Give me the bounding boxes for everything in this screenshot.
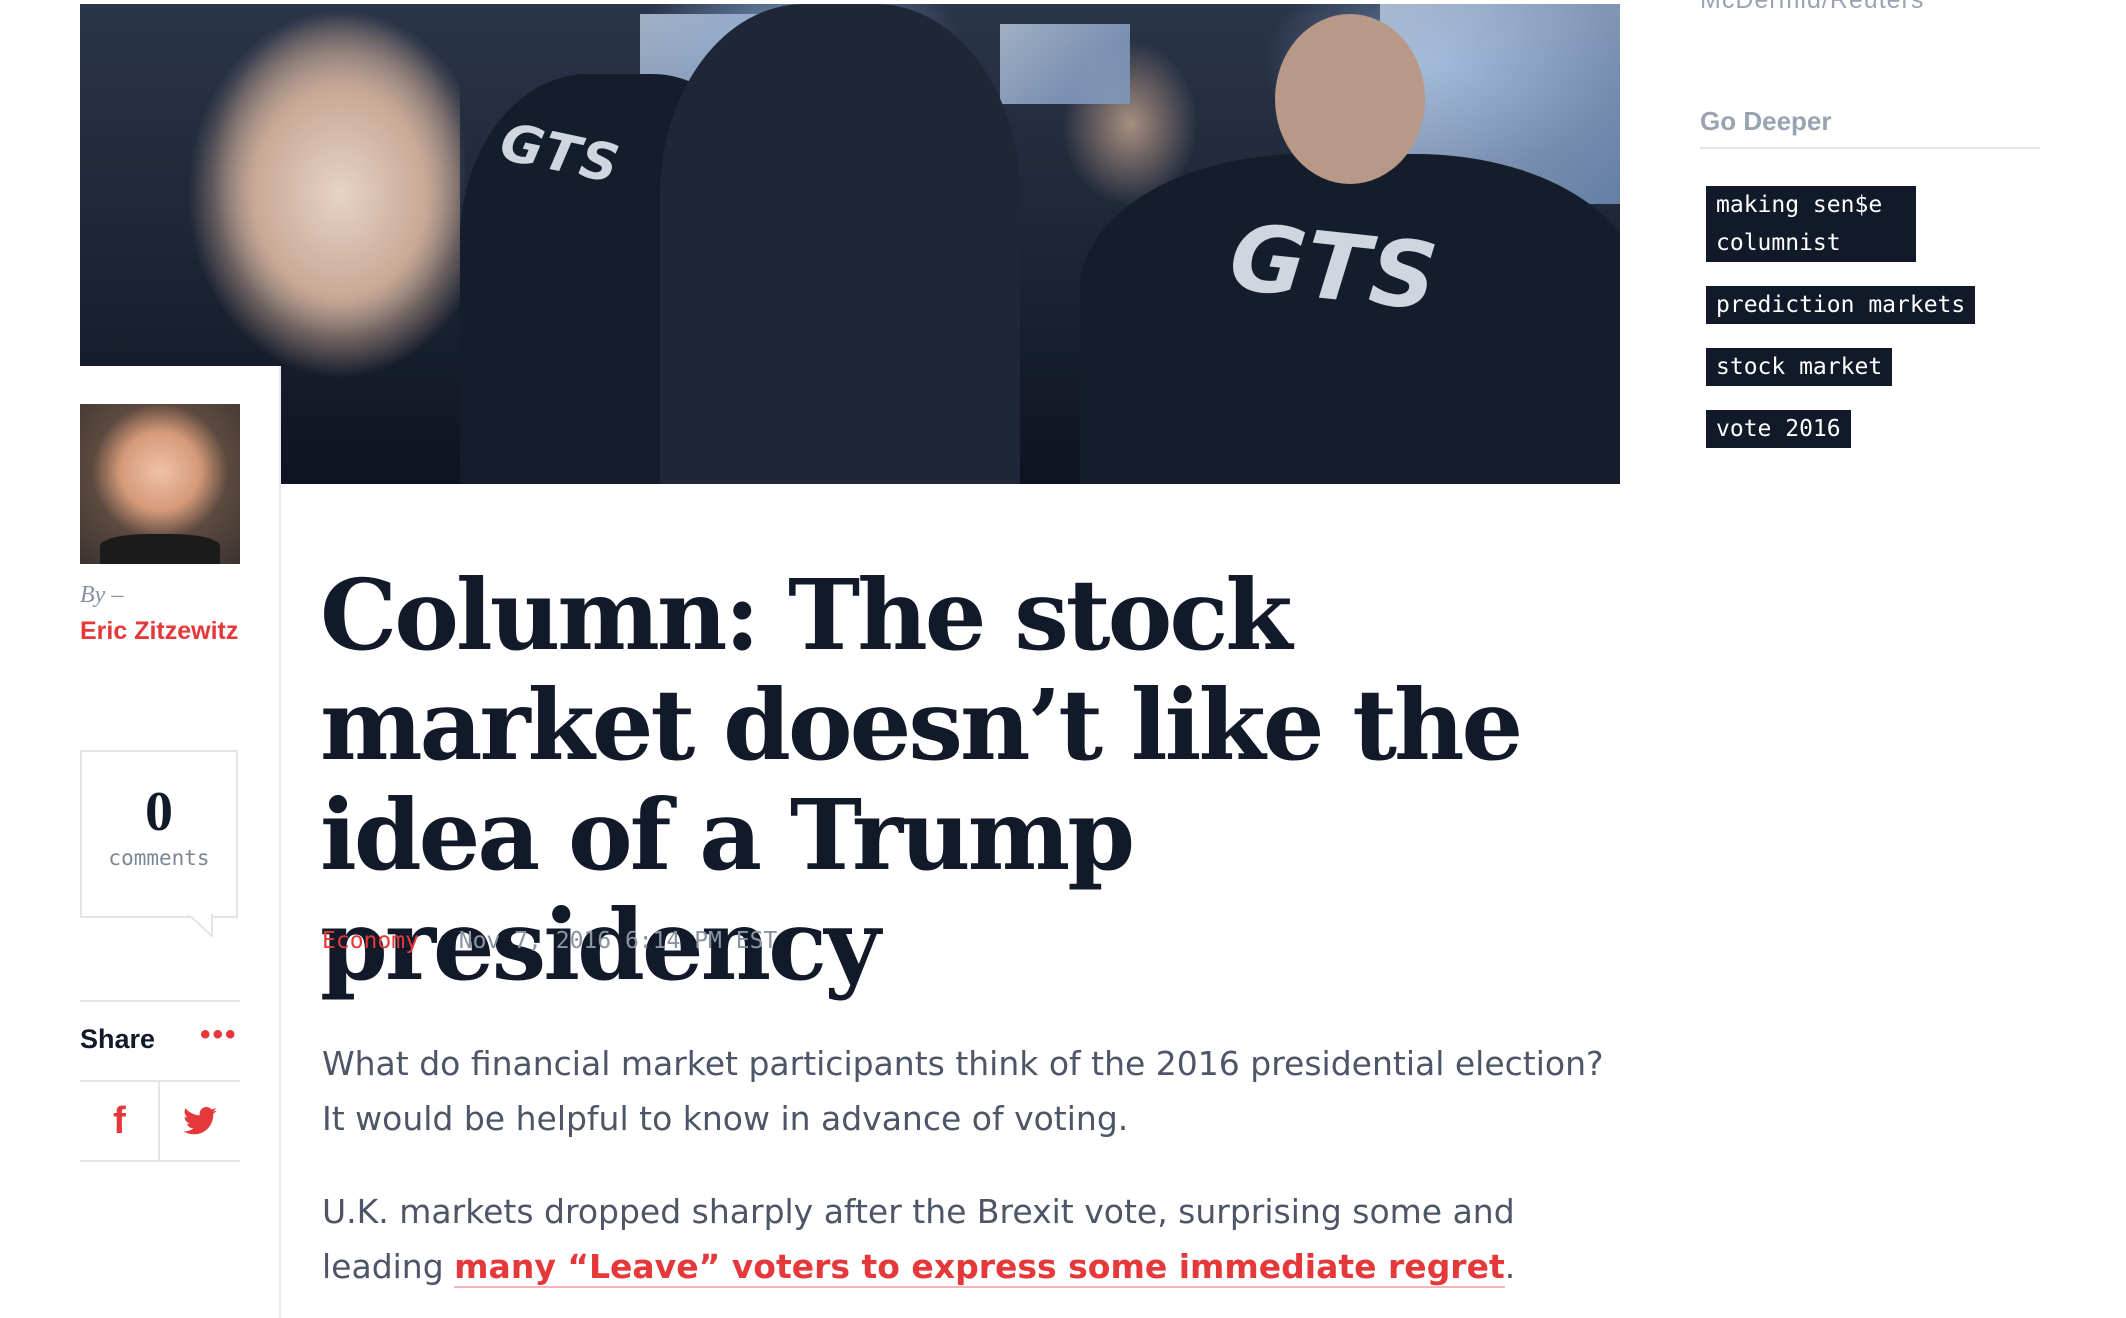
go-deeper-heading: Go Deeper xyxy=(1700,106,2040,149)
publish-date: Nov 7, 2016 6:14 PM EST xyxy=(458,928,778,954)
tag-vote-2016[interactable]: vote 2016 xyxy=(1706,410,1851,448)
trader-head xyxy=(1275,14,1425,184)
trader-jacket xyxy=(660,4,1020,484)
speech-tail-icon xyxy=(188,914,213,938)
share-label: Share xyxy=(80,1024,156,1054)
jacket-logo: GTS xyxy=(1224,203,1444,332)
author-avatar[interactable] xyxy=(80,404,240,564)
more-icon[interactable]: ••• xyxy=(200,1018,238,1052)
twitter-share-button[interactable] xyxy=(160,1082,239,1160)
comments-count: 0 xyxy=(145,781,173,843)
facebook-icon: f xyxy=(113,1099,126,1142)
byline-prefix: By – xyxy=(80,582,124,608)
category-link[interactable]: Economy xyxy=(322,928,419,954)
article-paragraph: What do financial market participants th… xyxy=(322,1044,1604,1138)
hero-image: GTS GTS xyxy=(80,4,1620,484)
share-buttons: f xyxy=(80,1080,240,1162)
background-monitor xyxy=(1000,24,1130,104)
comments-label: comments xyxy=(108,846,210,870)
article-meta: Economy Nov 7, 2016 6:14 PM EST xyxy=(322,928,777,954)
tag-list: making sen$e columnist prediction market… xyxy=(1706,186,2066,472)
brexit-regret-link[interactable]: many “Leave” voters to express some imme… xyxy=(454,1247,1505,1288)
content-divider xyxy=(279,366,281,1318)
tag-making-sense-columnist[interactable]: making sen$e columnist xyxy=(1706,186,1916,262)
facebook-share-button[interactable]: f xyxy=(80,1082,159,1160)
share-divider xyxy=(80,1000,240,1002)
tag-prediction-markets[interactable]: prediction markets xyxy=(1706,286,1976,324)
article-paragraph: U.K. markets dropped sharply after the B… xyxy=(322,1184,1622,1294)
comments-bubble[interactable]: 0 comments xyxy=(80,750,238,938)
paragraph-text: . xyxy=(1504,1247,1516,1286)
tag-stock-market[interactable]: stock market xyxy=(1706,348,1893,386)
photo-credit: McDermid/Reuters xyxy=(1700,0,1925,14)
twitter-icon xyxy=(182,1107,217,1135)
author-name-link[interactable]: Eric Zitzewitz xyxy=(80,616,260,646)
